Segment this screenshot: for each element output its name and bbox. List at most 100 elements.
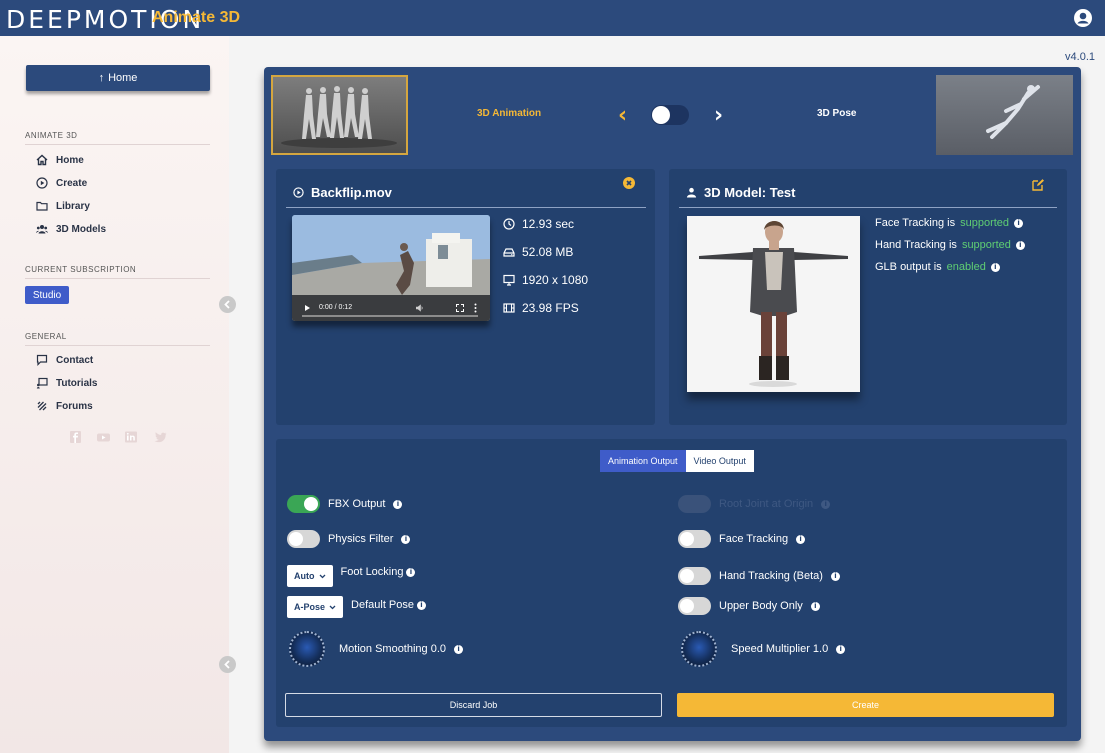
sidebar-item-label: Tutorials xyxy=(56,377,98,389)
fullscreen-icon[interactable] xyxy=(456,304,464,312)
fbx-output-option: FBX Output i xyxy=(287,495,403,513)
option-label: FBX Output xyxy=(328,498,386,510)
video-time: 0:00 / 0:12 xyxy=(319,304,353,311)
more-options-icon[interactable] xyxy=(474,303,477,313)
sidebar-item-tutorials[interactable]: Tutorials xyxy=(36,375,97,391)
info-icon[interactable]: i xyxy=(1014,218,1024,228)
video-progress-track[interactable] xyxy=(302,315,478,317)
toggle-knob xyxy=(680,532,694,546)
upper-body-toggle[interactable] xyxy=(678,597,711,615)
speed-multiplier-knob[interactable] xyxy=(681,631,717,667)
sidebar: ↑ Home ANIMATE 3D Home Create Library 3D… xyxy=(0,36,229,753)
sidebar-item-forums[interactable]: Forums xyxy=(36,398,93,414)
video-duration: 12.93 sec xyxy=(522,217,575,231)
feature-status: supported xyxy=(960,217,1010,229)
3d-animation-thumbnail[interactable] xyxy=(271,75,408,155)
close-icon[interactable] xyxy=(623,177,635,189)
chevron-left-icon xyxy=(224,300,230,309)
collapse-sidebar-button[interactable] xyxy=(219,296,236,313)
feature-status: enabled xyxy=(946,261,986,273)
tab-animation-output[interactable]: Animation Output xyxy=(600,450,686,472)
video-size: 52.08 MB xyxy=(522,245,574,259)
model-card: 3D Model: Test Face Tracking is supporte… xyxy=(669,169,1067,425)
foot-locking-option: Auto Foot Locking i xyxy=(287,565,416,587)
twitter-icon[interactable] xyxy=(154,430,167,444)
info-icon[interactable]: i xyxy=(406,567,416,577)
meta-duration: 12.93 sec xyxy=(503,217,574,231)
toggle-knob xyxy=(680,569,694,583)
select-value: A-Pose xyxy=(294,602,326,612)
info-icon[interactable]: i xyxy=(821,499,831,509)
tab-video-output[interactable]: Video Output xyxy=(685,450,754,472)
option-label: Physics Filter xyxy=(328,533,394,545)
hand-tracking-support: Hand Tracking is supported i xyxy=(875,239,1025,251)
home-button-label: Home xyxy=(108,72,138,84)
info-icon[interactable]: i xyxy=(401,534,411,544)
info-icon[interactable]: i xyxy=(836,644,846,654)
sidebar-item-contact[interactable]: Contact xyxy=(36,352,93,368)
foot-locking-select[interactable]: Auto xyxy=(287,565,333,587)
sidebar-item-label: Forums xyxy=(56,400,93,412)
sidebar-item-library[interactable]: Library xyxy=(36,198,90,214)
top-bar: DEEPMOTION Animate 3D xyxy=(0,0,1105,36)
chevron-right-icon[interactable]: › xyxy=(714,103,723,128)
video-filename: Backflip.mov xyxy=(311,185,392,200)
default-pose-select[interactable]: A-Pose xyxy=(287,596,344,618)
fbx-output-toggle[interactable] xyxy=(287,495,320,513)
divider xyxy=(25,278,210,279)
feature-text: GLB output is xyxy=(875,261,942,273)
discard-job-button[interactable]: Discard Job xyxy=(285,693,662,717)
collapse-sidebar-button-bottom[interactable] xyxy=(219,656,236,673)
info-icon[interactable]: i xyxy=(796,534,806,544)
info-icon[interactable]: i xyxy=(990,262,1000,272)
edit-icon[interactable] xyxy=(1032,178,1045,191)
option-label: Face Tracking xyxy=(719,533,789,545)
toggle-knob xyxy=(304,497,318,511)
mode-label-animation[interactable]: 3D Animation xyxy=(477,108,541,119)
video-player[interactable]: 0:00 / 0:12 xyxy=(292,215,490,321)
face-tracking-toggle[interactable] xyxy=(678,530,711,548)
mode-label-pose[interactable]: 3D Pose xyxy=(817,108,856,119)
facebook-icon[interactable] xyxy=(70,430,81,444)
feature-text: Face Tracking is xyxy=(875,217,956,229)
info-icon[interactable]: i xyxy=(454,644,464,654)
play-icon[interactable] xyxy=(305,305,310,311)
toggle-knob xyxy=(652,106,670,124)
create-button[interactable]: Create xyxy=(677,693,1054,717)
info-icon[interactable]: i xyxy=(1015,240,1025,250)
info-icon[interactable]: i xyxy=(810,601,820,611)
hand-tracking-toggle[interactable] xyxy=(678,567,711,585)
physics-filter-toggle[interactable] xyxy=(287,530,320,548)
meta-resolution: 1920 x 1080 xyxy=(503,273,588,287)
sidebar-item-create[interactable]: Create xyxy=(36,175,87,191)
root-joint-toggle[interactable] xyxy=(678,495,711,513)
3d-pose-thumbnail[interactable] xyxy=(936,75,1073,155)
volume-icon[interactable] xyxy=(416,304,424,312)
home-button[interactable]: ↑ Home xyxy=(26,65,210,91)
youtube-icon[interactable] xyxy=(97,430,110,444)
main-panel: 3D Animation ‹ › 3D Pose Backflip.mov 0:… xyxy=(264,67,1081,741)
chevron-down-icon xyxy=(329,605,336,609)
sidebar-item-3d-models[interactable]: 3D Models xyxy=(36,221,106,237)
motion-smoothing-knob[interactable] xyxy=(289,631,325,667)
option-label: Default Pose xyxy=(351,599,414,611)
sidebar-item-home[interactable]: Home xyxy=(36,152,84,168)
chevron-left-icon[interactable]: ‹ xyxy=(618,103,627,128)
forum-icon xyxy=(37,401,47,411)
feature-text: Hand Tracking is xyxy=(875,239,957,251)
info-icon[interactable]: i xyxy=(417,600,426,610)
sidebar-item-label: 3D Models xyxy=(56,223,107,235)
info-icon[interactable]: i xyxy=(393,499,403,509)
subscription-badge[interactable]: Studio xyxy=(25,286,69,304)
section-label-subscription: CURRENT SUBSCRIPTION xyxy=(25,265,137,274)
root-joint-option: Root Joint at Origin i xyxy=(678,495,831,513)
select-value: Auto xyxy=(294,571,315,581)
folder-icon xyxy=(36,201,48,211)
sidebar-item-label: Contact xyxy=(56,354,94,366)
mode-toggle[interactable] xyxy=(651,105,689,125)
divider xyxy=(25,144,210,145)
user-account-icon[interactable] xyxy=(1073,8,1093,28)
info-icon[interactable]: i xyxy=(830,571,840,581)
linkedin-icon[interactable] xyxy=(125,430,137,444)
feature-status: supported xyxy=(961,239,1011,251)
